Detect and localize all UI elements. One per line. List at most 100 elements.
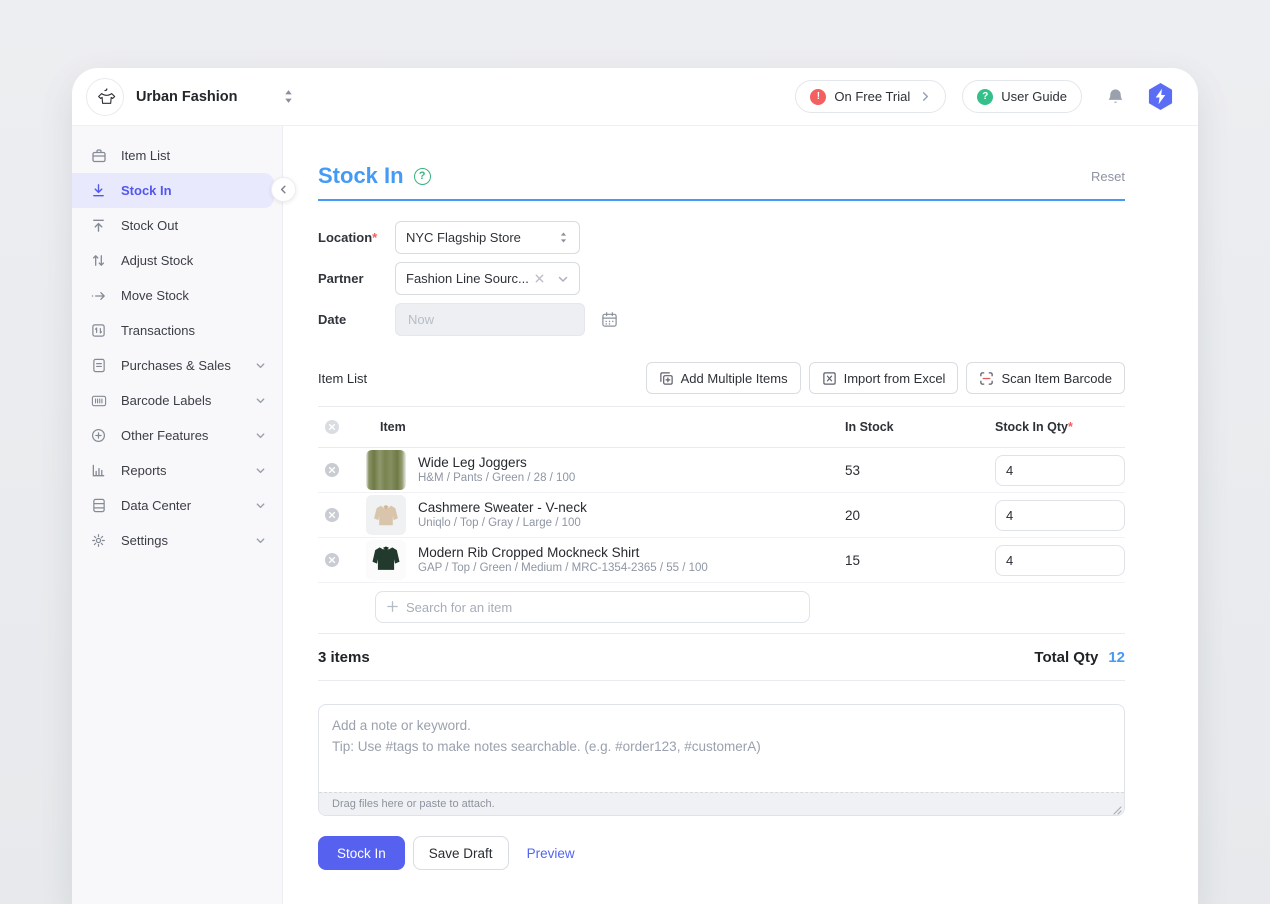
sidebar-collapse-button[interactable] — [271, 177, 296, 202]
arrow-right-dashed-icon — [90, 289, 107, 303]
partner-value: Fashion Line Sourc... — [406, 271, 529, 286]
remove-row-icon[interactable] — [324, 462, 366, 478]
user-guide-label: User Guide — [1001, 89, 1067, 104]
partner-select[interactable]: Fashion Line Sourc... — [395, 262, 580, 295]
stock-out-icon — [90, 218, 107, 233]
chevron-down-icon — [255, 465, 266, 476]
workspace-name: Urban Fashion — [136, 89, 238, 105]
table-row: Cashmere Sweater - V-neck Uniqlo / Top /… — [318, 493, 1125, 538]
user-guide-button[interactable]: ? User Guide — [962, 80, 1082, 113]
barcode-icon — [90, 394, 107, 408]
stock-in-qty-input[interactable] — [995, 545, 1125, 576]
preview-link[interactable]: Preview — [527, 846, 575, 861]
sidebar-item-reports[interactable]: Reports — [72, 453, 282, 488]
chevron-down-icon — [255, 535, 266, 546]
column-stock-in-qty: Stock In Qty* — [995, 420, 1125, 434]
sidebar-item-item-list[interactable]: Item List — [72, 138, 282, 173]
add-multiple-items-button[interactable]: Add Multiple Items — [646, 362, 801, 394]
package-icon — [90, 148, 107, 164]
excel-icon — [822, 371, 837, 386]
location-label: Location* — [318, 230, 395, 245]
save-draft-button[interactable]: Save Draft — [413, 836, 509, 870]
stock-in-icon — [90, 183, 107, 198]
sidebar-item-label: Barcode Labels — [121, 393, 211, 408]
sidebar-item-stock-out[interactable]: Stock Out — [72, 208, 282, 243]
top-bar: Urban Fashion ! On Free Trial ? User Gui… — [72, 68, 1198, 126]
clear-x-icon[interactable] — [534, 273, 545, 284]
column-item: Item — [366, 420, 845, 434]
sidebar-item-other-features[interactable]: Other Features — [72, 418, 282, 453]
stock-in-qty-input[interactable] — [995, 500, 1125, 531]
chevron-down-icon — [255, 395, 266, 406]
sidebar-item-data-center[interactable]: Data Center — [72, 488, 282, 523]
tshirt-icon — [94, 86, 116, 108]
item-attributes: H&M / Pants / Green / 28 / 100 — [418, 471, 575, 486]
required-asterisk: * — [372, 230, 377, 245]
database-icon — [90, 498, 107, 513]
sidebar-item-label: Data Center — [121, 498, 191, 513]
chevron-right-icon — [920, 91, 931, 102]
copy-plus-icon — [659, 371, 674, 386]
sidebar-item-label: Reports — [121, 463, 167, 478]
chevron-down-icon — [255, 500, 266, 511]
gear-icon — [90, 533, 107, 548]
import-from-excel-button[interactable]: Import from Excel — [809, 362, 959, 394]
divider — [318, 680, 1125, 681]
notifications-bell-icon[interactable] — [1106, 87, 1125, 107]
sidebar-item-label: Transactions — [121, 323, 195, 338]
stock-in-submit-button[interactable]: Stock In — [318, 836, 405, 870]
sidebar-item-transactions[interactable]: Transactions — [72, 313, 282, 348]
transactions-icon — [90, 323, 107, 338]
scan-item-barcode-button[interactable]: Scan Item Barcode — [966, 362, 1125, 394]
sidebar-item-adjust-stock[interactable]: Adjust Stock — [72, 243, 282, 278]
item-search-input[interactable] — [375, 591, 810, 623]
note-textarea[interactable]: Add a note or keyword. Tip: Use #tags to… — [318, 704, 1125, 816]
trial-label: On Free Trial — [834, 89, 910, 104]
in-stock-value: 15 — [845, 553, 995, 568]
remove-row-icon[interactable] — [324, 552, 366, 568]
sidebar-item-label: Stock Out — [121, 218, 178, 233]
location-value: NYC Flagship Store — [406, 230, 521, 245]
sidebar-item-purchases-sales[interactable]: Purchases & Sales — [72, 348, 282, 383]
sidebar-item-settings[interactable]: Settings — [72, 523, 282, 558]
note-placeholder-line2: Tip: Use #tags to make notes searchable.… — [332, 736, 1111, 757]
reset-button[interactable]: Reset — [1091, 169, 1125, 184]
attach-hint: Drag files here or paste to attach. — [319, 792, 1124, 815]
app-hexagon-icon[interactable] — [1147, 82, 1174, 111]
sidebar-item-stock-in[interactable]: Stock In — [72, 173, 274, 208]
stock-in-qty-input[interactable] — [995, 455, 1125, 486]
items-count: 3 items — [318, 649, 370, 666]
workspace-switcher-icon[interactable] — [282, 89, 295, 104]
sidebar-item-label: Purchases & Sales — [121, 358, 231, 373]
calendar-icon[interactable] — [601, 311, 618, 328]
item-name: Cashmere Sweater - V-neck — [418, 499, 587, 516]
item-attributes: Uniqlo / Top / Gray / Large / 100 — [418, 516, 587, 531]
required-asterisk: * — [1068, 420, 1073, 434]
table-row: Wide Leg Joggers H&M / Pants / Green / 2… — [318, 448, 1125, 493]
trial-alert-icon: ! — [810, 89, 826, 105]
arrows-up-down-icon — [90, 253, 107, 268]
item-thumbnail — [366, 450, 406, 490]
total-qty-value: 12 — [1108, 649, 1125, 666]
location-select[interactable]: NYC Flagship Store — [395, 221, 580, 254]
item-thumbnail — [366, 540, 406, 580]
sidebar-item-move-stock[interactable]: Move Stock — [72, 278, 282, 313]
chevron-down-icon — [557, 273, 569, 285]
summary-row: 3 items Total Qty 12 — [318, 634, 1125, 680]
item-name: Wide Leg Joggers — [418, 454, 575, 471]
bar-chart-icon — [90, 463, 107, 478]
help-icon[interactable]: ? — [414, 168, 431, 185]
item-thumbnail — [366, 495, 406, 535]
sidebar-item-barcode-labels[interactable]: Barcode Labels — [72, 383, 282, 418]
free-trial-button[interactable]: ! On Free Trial — [795, 80, 946, 113]
note-placeholder-line1: Add a note or keyword. — [332, 715, 1111, 736]
remove-all-icon[interactable] — [324, 419, 366, 435]
resize-handle-icon[interactable] — [1111, 802, 1122, 813]
plus-circle-icon — [90, 428, 107, 443]
date-input[interactable] — [395, 303, 585, 336]
remove-row-icon[interactable] — [324, 507, 366, 523]
sidebar-item-label: Item List — [121, 148, 170, 163]
item-attributes: GAP / Top / Green / Medium / MRC-1354-23… — [418, 561, 708, 576]
document-icon — [90, 358, 107, 373]
item-list-label: Item List — [318, 371, 367, 386]
